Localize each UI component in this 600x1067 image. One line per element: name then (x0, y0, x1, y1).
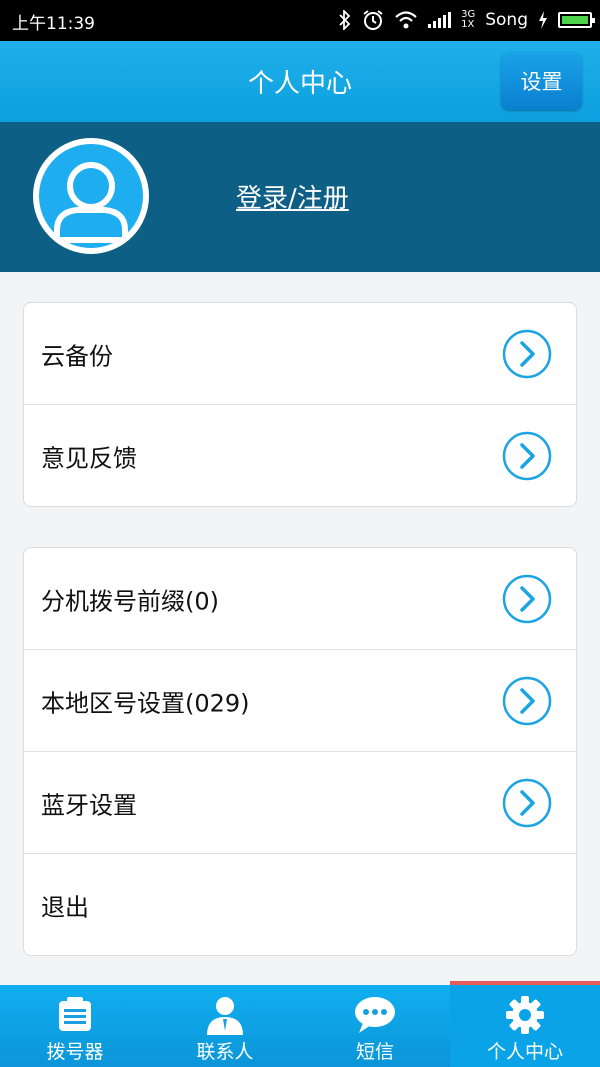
message-icon (355, 997, 395, 1033)
login-register-link[interactable]: 登录/注册 (236, 178, 349, 215)
chevron-right-icon (502, 329, 552, 378)
gear-icon (506, 996, 544, 1034)
tab-dialer[interactable]: 拨号器 (0, 985, 150, 1067)
title-bar: 个人中心 设置 (0, 41, 600, 122)
chevron-right-icon (502, 574, 552, 623)
menu-item-label: 退出 (41, 893, 89, 921)
menu-item-label: 本地区号设置(029) (41, 689, 250, 717)
menu-item-feedback[interactable]: 意见反馈 (24, 404, 576, 506)
status-bar: 上午11:39 3G 1X Song (0, 0, 600, 41)
menu-item-cloud-backup[interactable]: 云备份 (24, 303, 576, 404)
dialpad-icon (59, 997, 91, 1031)
contact-icon (207, 997, 243, 1035)
menu-card-1: 云备份 意见反馈 (23, 302, 577, 507)
active-tab-indicator (450, 981, 600, 985)
menu-item-area-code[interactable]: 本地区号设置(029) (24, 649, 576, 751)
tab-label: 短信 (355, 1041, 394, 1063)
menu-item-label: 分机拨号前缀(0) (41, 587, 219, 615)
bottom-tab-bar: 拨号器 联系人 短信 个人中心 (0, 981, 600, 1067)
status-time: 上午11:39 (12, 14, 95, 34)
status-icons: 3G 1X Song (338, 7, 595, 33)
tab-messages[interactable]: 短信 (300, 985, 450, 1067)
tab-personal-center[interactable]: 个人中心 (450, 981, 600, 1067)
battery-icon (558, 12, 595, 28)
menu-item-label: 意见反馈 (41, 444, 137, 472)
carrier-name: Song (485, 10, 528, 30)
network-type: 3G 1X (461, 9, 476, 30)
avatar[interactable] (33, 138, 149, 254)
menu-card-2: 分机拨号前缀(0) 本地区号设置(029) 蓝牙设置 退出 (23, 547, 577, 956)
tab-contacts[interactable]: 联系人 (150, 985, 300, 1067)
user-avatar-icon (54, 162, 128, 243)
chevron-right-icon (502, 778, 552, 827)
settings-button[interactable]: 设置 (501, 52, 582, 110)
wifi-icon (395, 11, 417, 29)
profile-section: 登录/注册 (0, 122, 600, 272)
tab-label: 个人中心 (486, 1041, 563, 1063)
alarm-clock-icon (363, 10, 383, 30)
tab-label: 拨号器 (46, 1041, 104, 1063)
menu-item-bluetooth-settings[interactable]: 蓝牙设置 (24, 751, 576, 853)
menu-item-label: 蓝牙设置 (41, 791, 137, 819)
menu-item-label: 云备份 (41, 342, 113, 370)
charging-icon (539, 11, 547, 29)
bluetooth-icon (339, 10, 351, 30)
signal-icon (428, 12, 452, 28)
chevron-right-icon (502, 676, 552, 725)
tab-label: 联系人 (196, 1041, 254, 1063)
chevron-right-icon (502, 431, 552, 480)
menu-item-extension-prefix[interactable]: 分机拨号前缀(0) (24, 548, 576, 649)
menu-item-logout[interactable]: 退出 (24, 853, 576, 955)
